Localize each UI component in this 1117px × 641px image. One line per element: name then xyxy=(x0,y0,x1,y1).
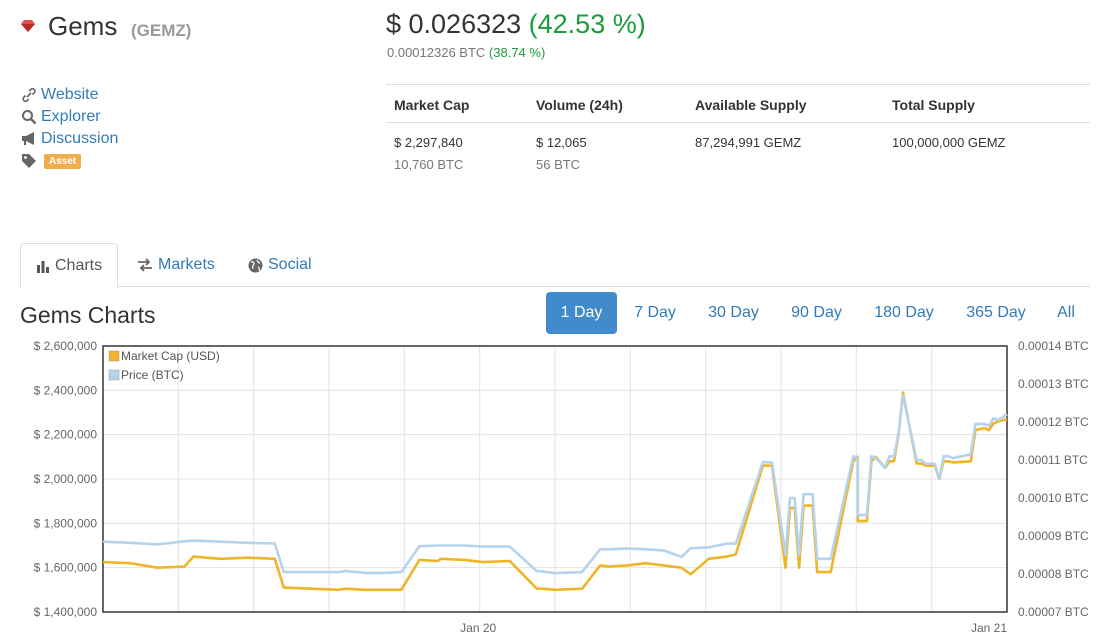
price-btc-value: 0.00012326 BTC xyxy=(387,45,486,60)
volume-usd: $ 12,065 xyxy=(536,135,587,150)
charts-title: Gems Charts xyxy=(20,302,156,328)
legend-swatch xyxy=(108,369,120,381)
x-axis-tick: Jan 20 xyxy=(460,621,496,635)
header-market-cap: Market Cap xyxy=(394,97,470,113)
tag-row: Asset xyxy=(20,150,118,172)
price-chart[interactable]: $ 1,400,000 $ 1,600,000 $ 1,800,000 $ 2,000… xyxy=(0,338,1117,641)
explorer-link[interactable]: Explorer xyxy=(41,108,101,126)
range-30-day-button[interactable]: 30 Day xyxy=(698,292,769,334)
header-total-supply: Total Supply xyxy=(892,97,975,113)
coin-links: Website Explorer Discussion Asset xyxy=(20,84,118,172)
gem-icon xyxy=(21,20,35,32)
right-axis-tick: 0.00012 BTC xyxy=(1018,415,1089,429)
right-axis-tick: 0.00014 BTC xyxy=(1018,339,1089,353)
right-axis-tick: 0.00010 BTC xyxy=(1018,491,1089,505)
asset-badge[interactable]: Asset xyxy=(44,153,82,169)
tab-markets[interactable]: Markets xyxy=(122,243,230,287)
tab-markets-label: Markets xyxy=(158,256,215,273)
right-axis-tick: 0.00011 BTC xyxy=(1018,453,1088,467)
total-supply: 100,000,000 GEMZ xyxy=(892,135,1006,150)
volume-btc: 56 BTC xyxy=(536,157,581,172)
left-axis-tick: $ 2,400,000 xyxy=(34,383,98,397)
right-axis-tick: 0.00008 BTC xyxy=(1018,567,1089,581)
legend-label: Market Cap (USD) xyxy=(121,349,220,363)
stats-value-row: $ 2,297,840 10,760 BTC $ 12,065 56 BTC 8… xyxy=(386,123,1090,183)
left-axis-tick: $ 2,600,000 xyxy=(34,339,98,353)
price-usd-change: (42.53 %) xyxy=(528,9,646,39)
tab-charts[interactable]: Charts xyxy=(20,243,119,288)
tab-charts-label: Charts xyxy=(55,256,103,274)
tab-social-label: Social xyxy=(268,256,312,273)
x-axis-tick: Jan 21 xyxy=(971,621,1007,635)
stats-table: Market Cap Volume (24h) Available Supply… xyxy=(386,84,1090,183)
range-1-day-button[interactable]: 1 Day xyxy=(546,292,617,334)
right-axis-tick: 0.00007 BTC xyxy=(1018,605,1089,619)
discussion-link-row: Discussion xyxy=(20,128,118,150)
price-btc: 0.00012326 BTC (38.74 %) xyxy=(387,45,545,60)
left-axis-tick: $ 1,600,000 xyxy=(34,561,98,575)
bar-chart-icon xyxy=(36,259,50,273)
available-supply: 87,294,991 GEMZ xyxy=(695,135,802,150)
legend-swatch xyxy=(108,350,120,362)
coin-name: Gems xyxy=(48,11,118,41)
right-axis-tick: 0.00013 BTC xyxy=(1018,377,1089,391)
market-cap-usd: $ 2,297,840 xyxy=(394,135,463,150)
range-180-day-button[interactable]: 180 Day xyxy=(864,292,944,334)
website-link-row: Website xyxy=(20,84,118,106)
market-cap-btc: 10,760 BTC xyxy=(394,157,464,172)
header-volume: Volume (24h) xyxy=(536,97,623,113)
left-axis-tick: $ 1,400,000 xyxy=(34,605,98,619)
header-available-supply: Available Supply xyxy=(695,97,807,113)
exchange-icon xyxy=(137,258,153,272)
range-all-button[interactable]: All xyxy=(1046,292,1086,334)
left-axis-tick: $ 1,800,000 xyxy=(34,516,98,530)
coin-symbol: (GEMZ) xyxy=(131,21,192,40)
left-axis-tick: $ 2,000,000 xyxy=(34,472,98,486)
price-usd: $ 0.026323 (42.53 %) xyxy=(386,9,646,40)
left-axis-tick: $ 2,200,000 xyxy=(34,428,98,442)
discussion-link[interactable]: Discussion xyxy=(41,130,118,148)
chart-legend: Market Cap (USD) Price (BTC) xyxy=(108,349,220,382)
explorer-link-row: Explorer xyxy=(20,106,118,128)
range-7-day-button[interactable]: 7 Day xyxy=(624,292,686,334)
bullhorn-icon xyxy=(20,131,38,147)
range-365-day-button[interactable]: 365 Day xyxy=(956,292,1036,334)
price-btc-change: (38.74 %) xyxy=(488,45,546,60)
legend-label: Price (BTC) xyxy=(121,368,184,382)
globe-icon xyxy=(248,258,263,273)
search-icon xyxy=(20,109,38,125)
website-link[interactable]: Website xyxy=(41,86,99,104)
range-90-day-button[interactable]: 90 Day xyxy=(781,292,852,334)
link-icon xyxy=(20,87,38,103)
price-usd-value: $ 0.026323 xyxy=(386,9,522,39)
tag-icon xyxy=(20,153,38,169)
stats-header-row: Market Cap Volume (24h) Available Supply… xyxy=(386,84,1090,123)
tab-social[interactable]: Social xyxy=(233,243,327,287)
content-tabs: Charts Markets Social xyxy=(20,243,1090,288)
right-axis-tick: 0.00009 BTC xyxy=(1018,529,1089,543)
